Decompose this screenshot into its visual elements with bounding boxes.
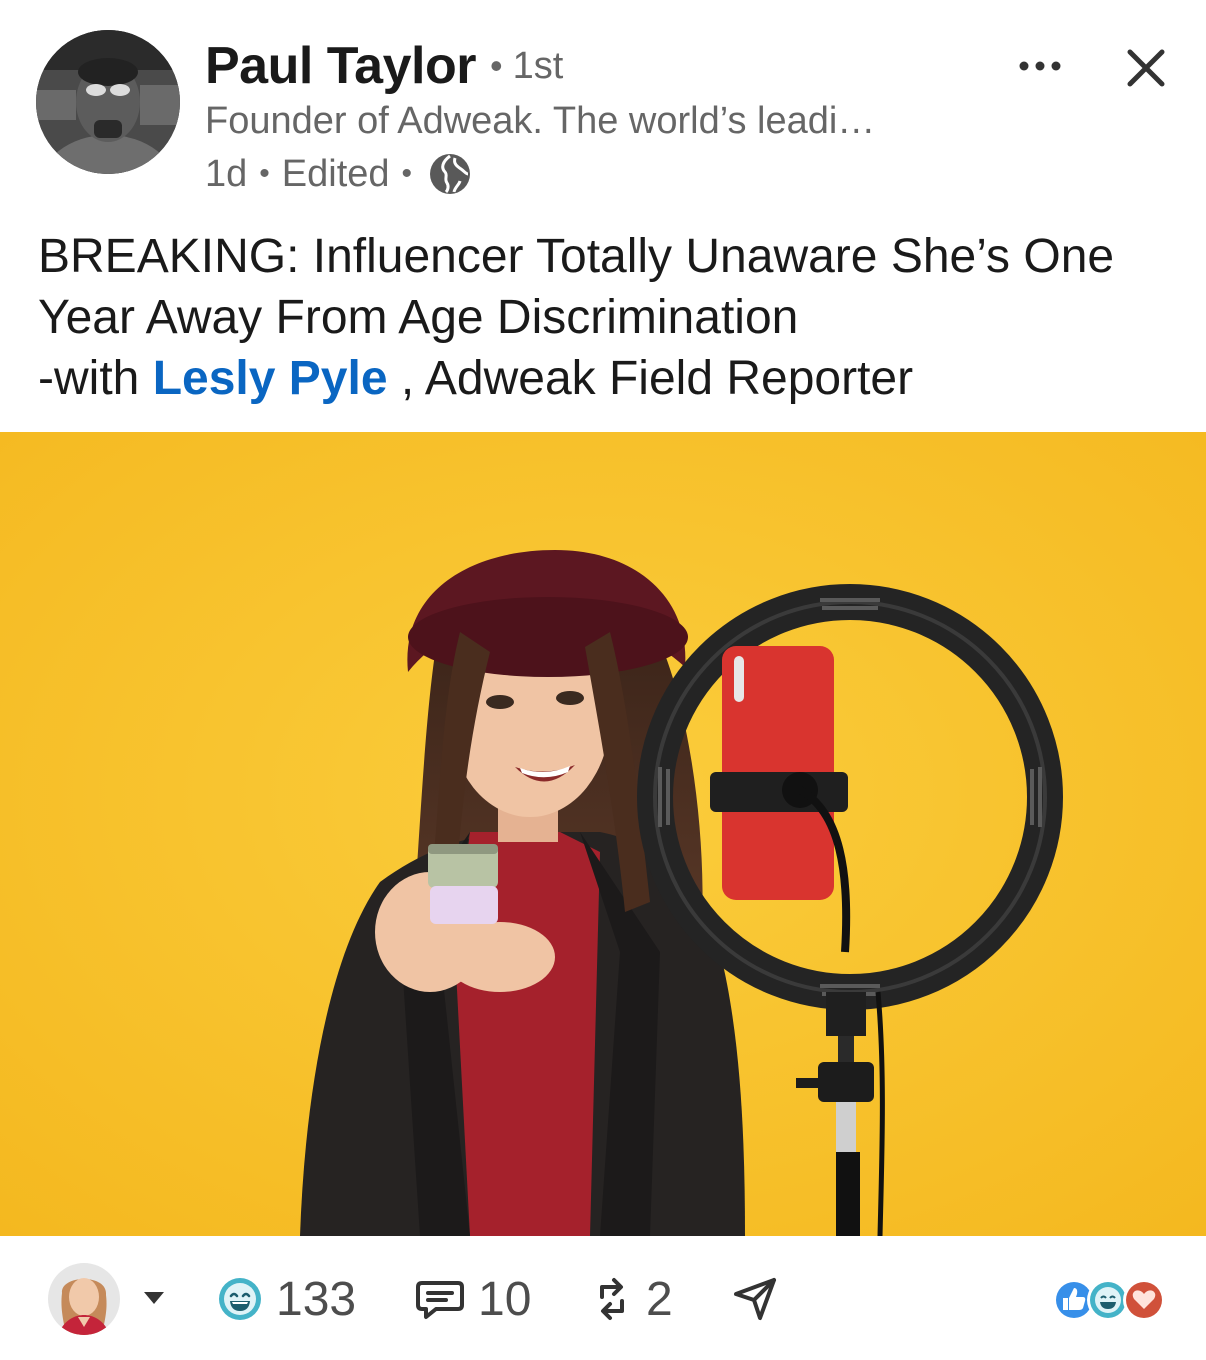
post-image[interactable]: [0, 432, 1206, 1236]
author-avatar-image: [36, 30, 180, 174]
funny-reaction-icon: [1087, 1279, 1129, 1321]
author-line: Paul Taylor • 1st: [205, 34, 563, 98]
user-avatar[interactable]: [48, 1263, 120, 1335]
mention-suffix: , Adweak Field Reporter: [387, 352, 914, 405]
close-button[interactable]: [1118, 40, 1174, 96]
meta-separator: •: [401, 157, 413, 190]
repost-button[interactable]: 2: [590, 1266, 673, 1332]
comment-icon: [416, 1281, 464, 1319]
post-body: BREAKING: Influencer Totally Unaware She…: [38, 226, 1178, 409]
funny-reaction-icon: [219, 1278, 261, 1320]
reaction-button[interactable]: 133: [216, 1266, 356, 1332]
author-name[interactable]: Paul Taylor: [205, 36, 476, 96]
girl-influencer-with-ring-light-photo: [0, 432, 1206, 1236]
ellipsis-icon: [1019, 61, 1061, 71]
post-text-line: -with Lesly Pyle , Adweak Field Reporter: [38, 348, 1178, 409]
caret-down-icon[interactable]: [140, 1288, 168, 1308]
connection-degree: 1st: [512, 44, 564, 87]
reaction-count: 133: [276, 1272, 357, 1326]
user-avatar-image: [48, 1263, 120, 1335]
reaction-summary[interactable]: [1050, 1276, 1170, 1324]
post-card: Paul Taylor • 1st Founder of Adweak. The…: [0, 0, 1206, 1360]
close-icon: [1127, 49, 1165, 87]
repost-icon: [600, 1278, 624, 1320]
more-options-button[interactable]: [1012, 44, 1068, 88]
post-meta: 1d • Edited •: [205, 152, 472, 196]
meta-separator: •: [259, 157, 270, 190]
post-time: 1d: [205, 152, 248, 195]
post-text-line: Year Away From Age Discrimination: [38, 291, 799, 344]
repost-count: 2: [646, 1272, 673, 1326]
send-icon: [734, 1278, 776, 1320]
author-avatar[interactable]: [36, 30, 180, 174]
comment-count: 10: [478, 1272, 532, 1326]
name-separator: •: [489, 45, 503, 86]
mention-link[interactable]: Lesly Pyle: [153, 352, 388, 405]
post-footer: 133 10 2: [0, 1236, 1206, 1360]
edited-label: Edited: [281, 152, 390, 195]
with-prefix: -with: [38, 352, 153, 405]
globe-icon: [428, 152, 472, 196]
love-reaction-icon: [1123, 1279, 1165, 1321]
post-text-line: BREAKING: Influencer Totally Unaware She…: [38, 230, 1115, 283]
author-headline: Founder of Adweak. The world’s leadi…: [205, 100, 876, 142]
send-button[interactable]: [730, 1266, 780, 1332]
comment-button[interactable]: 10: [414, 1266, 531, 1332]
